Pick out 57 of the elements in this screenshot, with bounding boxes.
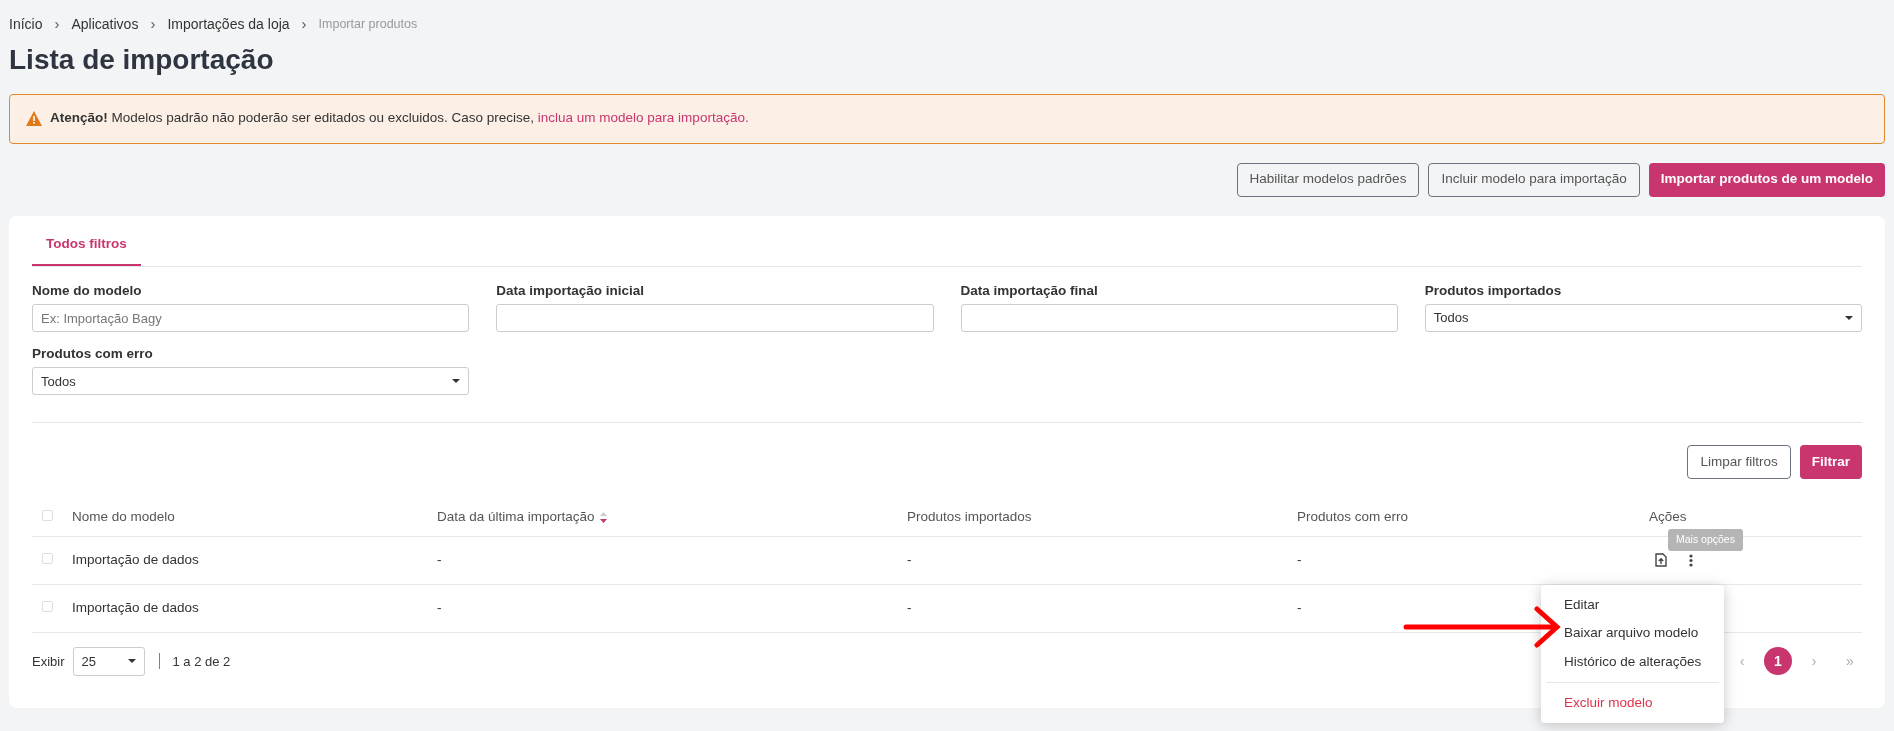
tooltip: Mais opções — [1668, 529, 1743, 551]
menu-item[interactable]: Baixar arquivo modelo — [1564, 619, 1699, 648]
field-label: Produtos importados — [1424, 281, 1563, 300]
column-header: Ações — [1649, 508, 1687, 527]
checkbox[interactable] — [42, 553, 53, 565]
checkbox[interactable] — [42, 601, 53, 613]
breadcrumb-link[interactable]: Início — [9, 13, 43, 35]
more-options-icon[interactable] — [1689, 553, 1693, 567]
column-header: Produtos com erro — [1297, 508, 1409, 527]
column-header[interactable]: Data da última importação — [437, 507, 595, 528]
select-field[interactable]: Todos — [1424, 304, 1862, 332]
page-button[interactable]: 1 — [1764, 647, 1792, 676]
warning-icon — [26, 111, 42, 126]
breadcrumb-separator: › — [150, 14, 156, 34]
show-label: Exibir — [32, 652, 65, 671]
caret-icon — [1845, 316, 1853, 320]
breadcrumb-separator: › — [54, 14, 60, 34]
table-cell: - — [437, 552, 442, 568]
alert-text: Atenção! Modelos padrão não poderão ser editados ou excluidos. Caso precise, — [50, 110, 535, 126]
page-title: Lista de importação — [9, 42, 275, 77]
column-header: Nome do modelo — [72, 508, 175, 527]
table-cell: - — [1297, 600, 1302, 616]
checkbox[interactable] — [42, 510, 53, 522]
secondary-button[interactable]: Incluir modelo para importação — [1428, 162, 1640, 197]
table-cell: - — [907, 552, 912, 568]
primary-button[interactable]: Importar produtos de um modelo — [1648, 162, 1885, 197]
caret-icon — [452, 379, 461, 384]
breadcrumb-link[interactable]: Importações da loja — [167, 13, 290, 35]
menu-item[interactable]: Histórico de alterações — [1564, 647, 1702, 676]
table-cell: - — [1297, 552, 1302, 568]
input-field[interactable] — [496, 304, 934, 332]
input-field[interactable] — [960, 304, 1398, 332]
breadcrumb-separator: › — [301, 14, 307, 34]
column-header: Produtos importados — [907, 508, 1032, 527]
filter-tab[interactable]: Todos filtros — [32, 233, 141, 266]
menu-item[interactable]: Editar — [1564, 591, 1600, 620]
table-cell: Importação de dados — [72, 600, 199, 616]
input-field[interactable]: Ex: Importação Bagy — [32, 304, 470, 332]
table-cell: - — [437, 600, 442, 616]
primary-button[interactable]: Filtrar — [1799, 445, 1862, 480]
field-label: Produtos com erro — [32, 345, 154, 363]
secondary-button[interactable]: Limpar filtros — [1687, 445, 1791, 480]
menu-item[interactable]: Excluir modelo — [1564, 688, 1653, 717]
file-upload-icon[interactable] — [1655, 553, 1667, 568]
range-text: 1 a 2 de 2 — [172, 652, 231, 671]
table-cell: Importação de dados — [72, 552, 199, 568]
secondary-button[interactable]: Habilitar modelos padrões — [1236, 162, 1420, 197]
select-field[interactable]: Todos — [32, 367, 470, 396]
field-label: Data importação inicial — [496, 281, 646, 300]
page-size-select[interactable]: 25 — [72, 646, 145, 676]
field-label: Nome do modelo — [32, 281, 143, 300]
caret-icon — [127, 659, 136, 664]
alert-link[interactable]: inclua um modelo para importação. — [537, 110, 749, 126]
field-label: Data importação final — [960, 281, 1099, 300]
breadcrumb-link[interactable]: Aplicativos — [71, 13, 139, 35]
sort-icon[interactable] — [599, 512, 607, 523]
table-cell: - — [907, 600, 912, 616]
